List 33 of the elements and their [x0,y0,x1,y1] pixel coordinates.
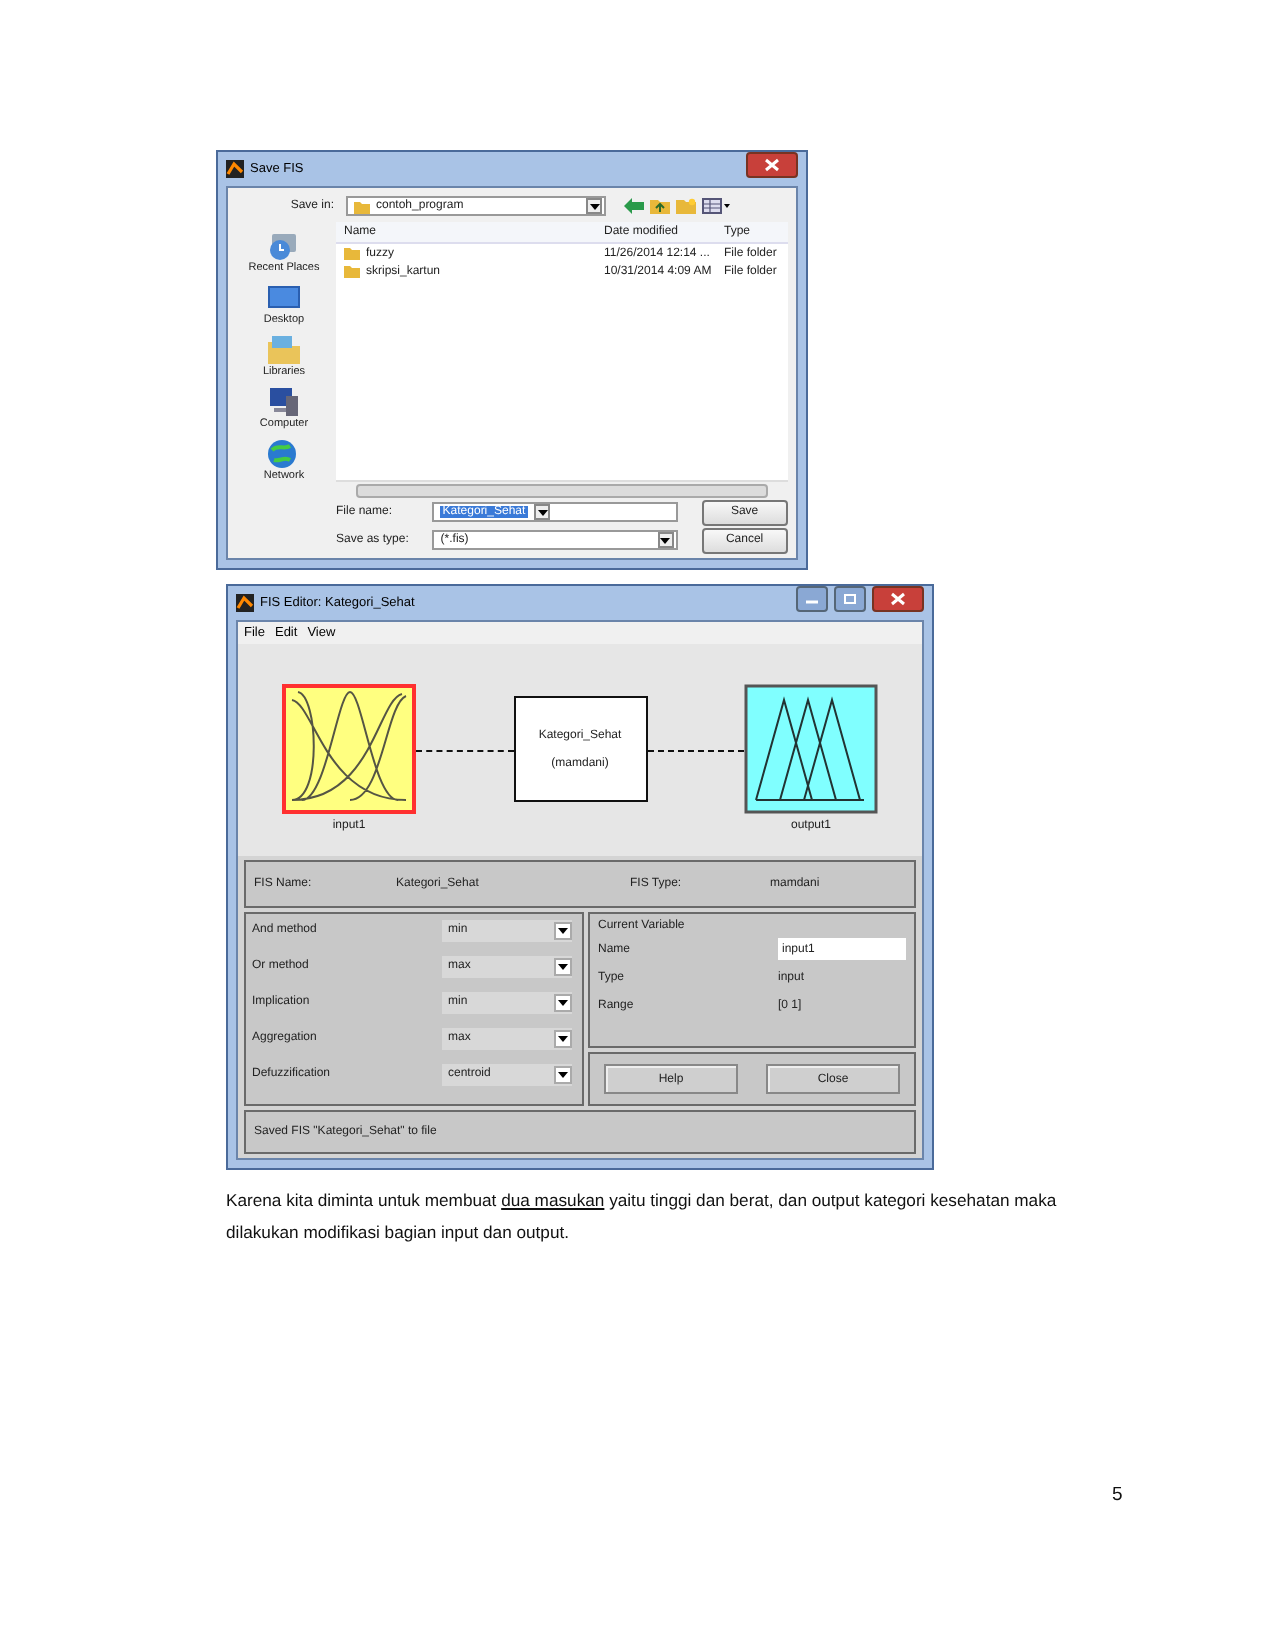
minimize-button[interactable] [796,586,828,612]
desktop-icon [266,282,302,314]
connector-line [647,750,744,752]
maximize-icon [844,594,856,604]
page-number: 5 [1112,1484,1123,1506]
body-paragraph: Karena kita diminta untuk membuat dua masukan yaitu tinggi dan berat, dan output kategori kesehatan maka dilakukan modifikasi bagian input dan output. [226,1188,1059,1246]
maximize-button[interactable] [834,586,866,612]
app-icon [236,594,254,612]
clock-icon [266,230,302,262]
computer-icon [266,386,302,418]
minimize-icon [806,595,818,603]
connector-line [416,750,513,752]
caret-icon [558,1035,568,1041]
input-membership-drawing[interactable] [282,684,416,814]
caret-icon [589,203,599,209]
caret-icon [537,509,548,515]
caret-icon [558,1071,568,1077]
caret-icon [558,999,568,1005]
caret-icon [558,963,568,969]
globe-icon [265,438,302,470]
caret-icon [558,927,568,933]
app-icon [226,160,244,178]
close-button[interactable] [746,152,798,178]
view-menu-icon[interactable] [702,198,730,214]
back-icon[interactable] [624,198,644,214]
close-icon [890,592,906,606]
folder-icon [354,199,370,213]
library-icon [266,334,302,366]
output-membership-drawing[interactable] [744,684,878,814]
caret-icon [660,537,671,543]
close-icon [764,158,780,172]
up-folder-icon[interactable] [650,198,670,214]
close-button[interactable] [872,586,924,612]
